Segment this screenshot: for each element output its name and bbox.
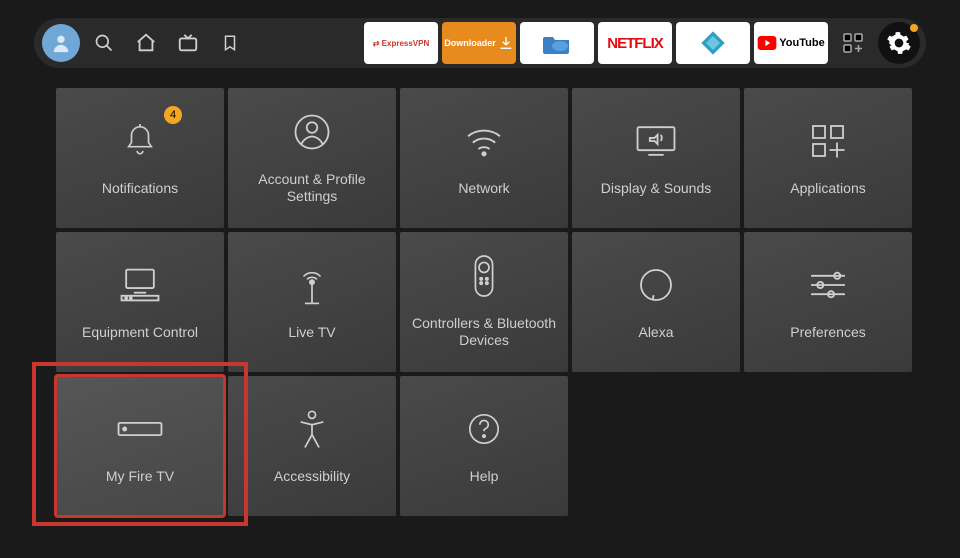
device-icon — [117, 408, 163, 450]
tile-network[interactable]: Network — [400, 88, 568, 228]
tile-label: Help — [470, 468, 499, 485]
notifications-badge: 4 — [164, 106, 182, 124]
top-navigation-bar: ⇄ ExpressVPN Downloader NETFLIX YouTube — [34, 18, 926, 68]
settings-notification-dot — [910, 24, 918, 32]
tile-label: Network — [458, 180, 509, 197]
tile-label: Equipment Control — [82, 324, 198, 341]
tile-label: Live TV — [288, 324, 335, 341]
tile-controllers-bluetooth[interactable]: Controllers & Bluetooth Devices — [400, 232, 568, 372]
tile-alexa[interactable]: Alexa — [572, 232, 740, 372]
app-netflix[interactable]: NETFLIX — [598, 22, 672, 64]
app-kodi[interactable] — [676, 22, 750, 64]
tile-notifications[interactable]: 4 Notifications — [56, 88, 224, 228]
sliders-icon — [808, 264, 848, 306]
equipment-icon — [120, 264, 160, 306]
all-apps-button[interactable] — [832, 22, 874, 64]
app-es-file-explorer[interactable] — [520, 22, 594, 64]
settings-button[interactable] — [878, 22, 920, 64]
tile-live-tv[interactable]: Live TV — [228, 232, 396, 372]
tile-help[interactable]: Help — [400, 376, 568, 516]
bell-icon — [123, 120, 157, 162]
alexa-icon — [638, 264, 674, 306]
wifi-icon — [464, 120, 504, 162]
tile-equipment-control[interactable]: Equipment Control — [56, 232, 224, 372]
tile-accessibility[interactable]: Accessibility — [228, 376, 396, 516]
home-icon[interactable] — [128, 25, 164, 61]
bookmark-icon[interactable] — [212, 25, 248, 61]
tile-label: Notifications — [102, 180, 178, 197]
tile-label: Preferences — [790, 324, 865, 341]
tile-label: Account & Profile Settings — [236, 171, 388, 205]
app-youtube[interactable]: YouTube — [754, 22, 828, 64]
accessibility-icon — [295, 408, 329, 450]
tile-display-sounds[interactable]: Display & Sounds — [572, 88, 740, 228]
profile-button[interactable] — [42, 24, 80, 62]
tile-label: Applications — [790, 180, 866, 197]
tile-label: Accessibility — [274, 468, 350, 485]
apps-icon — [810, 120, 846, 162]
remote-icon — [474, 255, 494, 297]
tile-label: Alexa — [638, 324, 673, 341]
tile-label: My Fire TV — [106, 468, 174, 485]
app-shortcuts: ⇄ ExpressVPN Downloader NETFLIX YouTube — [364, 22, 920, 64]
search-icon[interactable] — [86, 25, 122, 61]
tile-preferences[interactable]: Preferences — [744, 232, 912, 372]
antenna-icon — [295, 264, 329, 306]
user-icon — [294, 111, 330, 153]
app-downloader[interactable]: Downloader — [442, 22, 516, 64]
tile-my-fire-tv[interactable]: My Fire TV — [56, 376, 224, 516]
help-icon — [467, 408, 501, 450]
tile-label: Display & Sounds — [601, 180, 712, 197]
tile-label: Controllers & Bluetooth Devices — [408, 315, 560, 349]
settings-grid: 4 Notifications Account & Profile Settin… — [0, 68, 960, 516]
tile-applications[interactable]: Applications — [744, 88, 912, 228]
app-expressvpn[interactable]: ⇄ ExpressVPN — [364, 22, 438, 64]
live-tv-icon[interactable] — [170, 25, 206, 61]
display-icon — [636, 120, 676, 162]
tile-account-profile[interactable]: Account & Profile Settings — [228, 88, 396, 228]
